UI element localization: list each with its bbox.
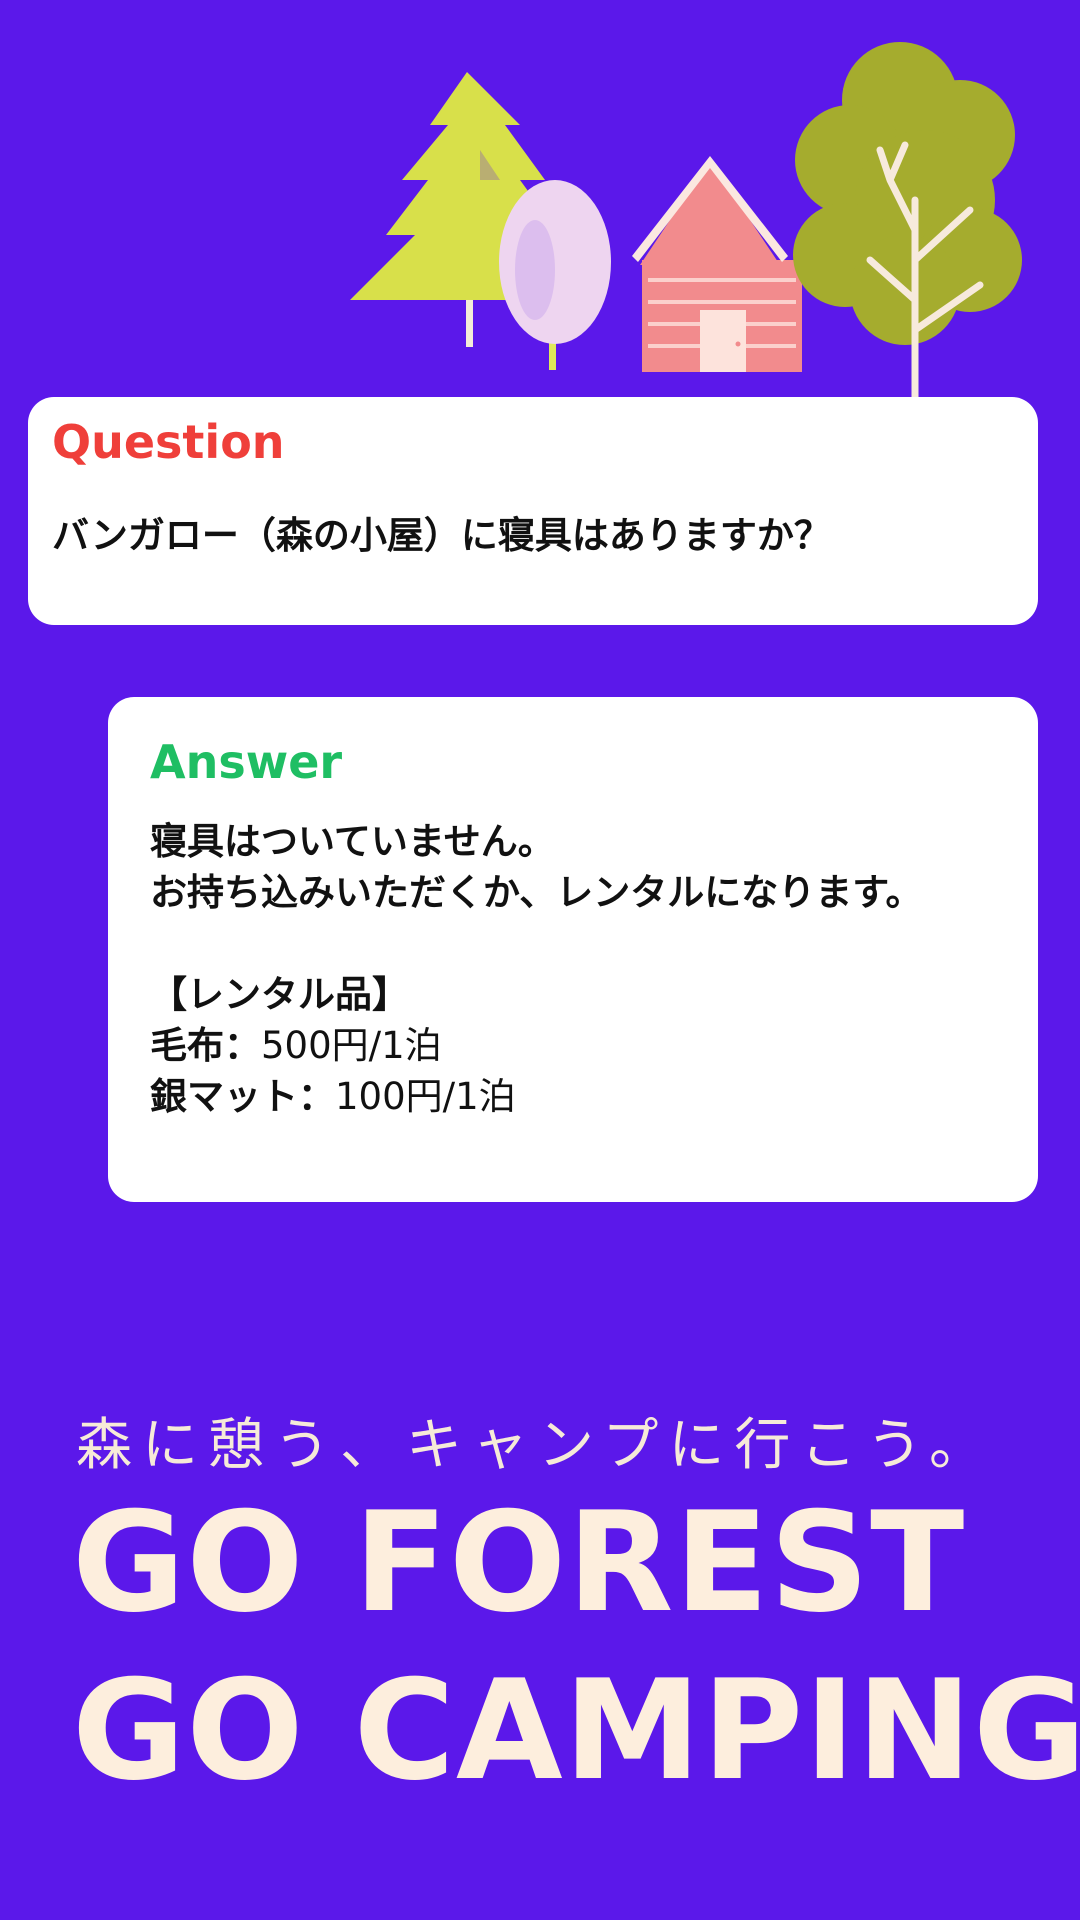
rental-item-mat: 銀マット：100円/1泊: [150, 1071, 998, 1122]
answer-line-2: お持ち込みいただくか、レンタルになります。: [150, 871, 923, 915]
headline-line-2: GO CAMPING: [72, 1650, 1080, 1811]
answer-card: Answer 寝具はついていません。 お持ち込みいただくか、レンタルになります。…: [108, 697, 1038, 1202]
rental-item-price: 100円/1泊: [335, 1075, 516, 1119]
round-tree-icon: [793, 42, 1022, 410]
cabin-icon: [632, 156, 802, 372]
answer-body: 寝具はついていません。 お持ち込みいただくか、レンタルになります。 【レンタル品…: [150, 816, 998, 1122]
forest-illustration: [350, 42, 1022, 410]
oval-tree-icon: [499, 180, 611, 370]
answer-label: Answer: [150, 735, 343, 789]
rental-item-blanket: 毛布：500円/1泊: [150, 1020, 998, 1071]
rental-heading: 【レンタル品】: [150, 973, 409, 1017]
tagline: 森に憩う、キャンプに行こう。: [76, 1413, 995, 1478]
answer-spacer: [150, 918, 998, 969]
answer-line-1: 寝具はついていません。: [150, 820, 555, 864]
question-label: Question: [52, 415, 285, 469]
question-card: Question バンガロー（森の小屋）に寝具はありますか？: [28, 397, 1038, 625]
rental-item-name: 毛布：: [150, 1024, 261, 1068]
rental-item-price: 500円/1泊: [261, 1024, 442, 1068]
question-text: バンガロー（森の小屋）に寝具はありますか？: [52, 514, 831, 558]
headline-line-1: GO FOREST: [72, 1482, 966, 1643]
rental-item-name: 銀マット：: [150, 1075, 335, 1119]
